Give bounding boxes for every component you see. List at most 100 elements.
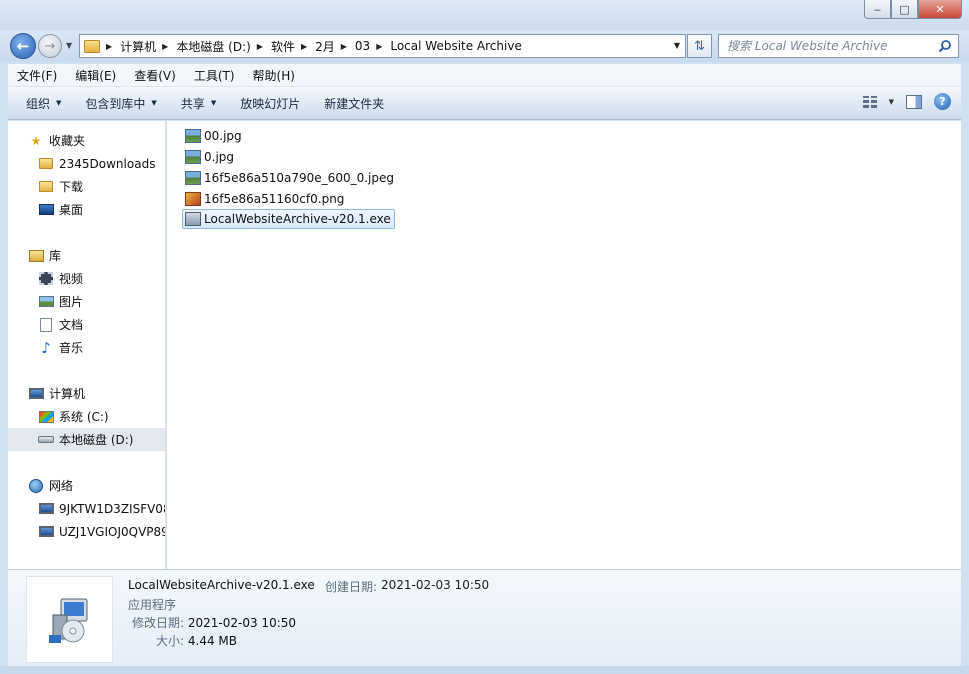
nav-2345downloads[interactable]: 2345Downloads [8, 152, 165, 175]
breadcrumb-03[interactable]: 03 ▶ [355, 39, 390, 53]
include-label: 包含到库中 [85, 96, 146, 111]
breadcrumb-root-arrow[interactable]: ▶ [104, 42, 120, 51]
share-button[interactable]: 共享 ▼ [169, 95, 228, 112]
nav-documents[interactable]: 文档 [8, 313, 165, 336]
nav-label: 图片 [59, 295, 84, 309]
star-icon: ★ [30, 133, 42, 148]
details-modified: 修改日期: 2021-02-03 10:50 [132, 614, 296, 631]
new-folder-button[interactable]: 新建文件夹 [312, 95, 396, 112]
view-options-dropdown[interactable]: ▼ [889, 98, 894, 106]
breadcrumb-label: Local Website Archive [390, 39, 522, 53]
network-computer-icon [38, 502, 54, 516]
file-list: 00.jpg 0.jpg 16f5e86a510a790e_600_0.jpeg… [167, 121, 961, 569]
nav-favorites[interactable]: ★ 收藏夹 [8, 129, 165, 152]
modified-value: 2021-02-03 10:50 [187, 616, 297, 630]
nav-desktop[interactable]: 桌面 [8, 198, 165, 221]
computer-icon [28, 387, 44, 401]
search-box [718, 34, 959, 58]
close-button[interactable]: ✕ [918, 0, 962, 19]
menu-tools[interactable]: 工具(T) [185, 67, 244, 84]
nav-label: 库 [49, 249, 62, 263]
breadcrumb-february[interactable]: 2月 ▶ [315, 38, 355, 55]
desktop-icon [38, 203, 54, 217]
nav-drive-c[interactable]: 系统 (C:) [8, 405, 165, 428]
nav-music[interactable]: ♪ 音乐 [8, 336, 165, 359]
window-controls: ‒ □ ✕ [864, 0, 962, 19]
maximize-button[interactable]: □ [891, 0, 918, 19]
details-file-name: LocalWebsiteArchive-v20.1.exe [128, 578, 315, 592]
file-item[interactable]: 0.jpg [183, 147, 237, 167]
chevron-down-icon: ▼ [151, 99, 157, 107]
search-icon[interactable] [938, 39, 952, 53]
refresh-icon: ⇅ [694, 38, 705, 54]
breadcrumb-computer[interactable]: 计算机 ▶ [120, 38, 176, 55]
nav-network[interactable]: 网络 [8, 474, 165, 497]
file-name: LocalWebsiteArchive-v20.1.exe [204, 212, 391, 226]
nav-libraries[interactable]: 库 [8, 244, 165, 267]
network-globe-icon [28, 478, 44, 493]
navigation-bar: ← → ▼ ▶ 计算机 ▶ 本地磁盘 (D:) ▶ 软件 ▶ 2月 ▶ 03 ▶ Loca… [0, 30, 969, 62]
new-folder-label: 新建文件夹 [324, 96, 385, 111]
file-name: 0.jpg [204, 150, 235, 164]
created-label: 创建日期: [325, 580, 378, 594]
title-bar: ‒ □ ✕ [0, 0, 969, 32]
breadcrumb-drive-d[interactable]: 本地磁盘 (D:) ▶ [176, 38, 271, 55]
breadcrumb-label: 2月 [315, 39, 335, 54]
arrow-right-icon: → [44, 38, 56, 54]
nav-label: 音乐 [59, 341, 84, 355]
file-thumbnail [26, 576, 113, 663]
modified-label: 修改日期: [132, 616, 185, 630]
nav-network-computer-1[interactable]: 9JKTW1D3ZISFV08 [8, 497, 165, 520]
nav-computer[interactable]: 计算机 [8, 382, 165, 405]
forward-button[interactable]: → [38, 34, 62, 58]
favorites-group: ★ 收藏夹 2345Downloads 下载 桌面 [8, 129, 165, 221]
system-drive-icon [38, 410, 54, 424]
music-note-icon: ♪ [41, 338, 51, 357]
breadcrumb-current-folder[interactable]: Local Website Archive [390, 39, 521, 53]
refresh-button[interactable]: ⇅ [687, 34, 712, 58]
installer-icon [48, 598, 87, 643]
breadcrumb-label: 03 [354, 39, 371, 53]
recent-pages-dropdown[interactable]: ▼ [66, 41, 72, 50]
document-icon [38, 317, 54, 332]
menu-edit[interactable]: 编辑(E) [66, 67, 125, 84]
breadcrumb-label: 软件 [270, 39, 295, 54]
nav-videos[interactable]: 视频 [8, 267, 165, 290]
downloads-icon [38, 180, 54, 194]
address-history-dropdown[interactable]: ▼ [674, 41, 680, 50]
kind-value: 应用程序 [128, 598, 177, 612]
menu-help[interactable]: 帮助(H) [244, 67, 304, 84]
back-button[interactable]: ← [10, 33, 36, 59]
file-item[interactable]: 16f5e86a51160cf0.png [183, 189, 347, 209]
minimize-button[interactable]: ‒ [864, 0, 891, 19]
libraries-group: 库 视频 图片 文档 ♪ 音乐 [8, 244, 165, 359]
include-in-library-button[interactable]: 包含到库中 ▼ [73, 95, 168, 112]
help-icon[interactable]: ? [934, 93, 951, 110]
nav-label: 下载 [59, 180, 84, 194]
picture-icon [38, 295, 54, 309]
menu-file[interactable]: 文件(F) [8, 67, 66, 84]
preview-pane-icon[interactable] [906, 94, 922, 109]
file-item[interactable]: 00.jpg [183, 126, 245, 146]
nav-label: 桌面 [59, 203, 84, 217]
menu-view[interactable]: 查看(V) [125, 67, 185, 84]
slideshow-button[interactable]: 放映幻灯片 [228, 95, 312, 112]
organize-button[interactable]: 组织 ▼ [14, 95, 73, 112]
change-view-icon[interactable] [862, 95, 877, 108]
file-item[interactable]: 16f5e86a510a790e_600_0.jpeg [183, 168, 397, 188]
search-input[interactable] [727, 39, 927, 53]
details-created-label: 创建日期: [325, 578, 377, 595]
nav-network-computer-2[interactable]: UZJ1VGIOJ0QVP89 [8, 520, 165, 543]
breadcrumb-label: 本地磁盘 (D:) [176, 39, 251, 54]
window-frame-bottom [0, 666, 969, 674]
breadcrumb-label: 计算机 [120, 39, 157, 54]
file-item-selected[interactable]: LocalWebsiteArchive-v20.1.exe [182, 209, 395, 229]
chevron-down-icon: ▼ [210, 99, 217, 107]
nav-label: 2345Downloads [59, 156, 156, 171]
nav-pictures[interactable]: 图片 [8, 290, 165, 313]
nav-downloads[interactable]: 下载 [8, 175, 165, 198]
nav-drive-d[interactable]: 本地磁盘 (D:) [8, 428, 165, 451]
breadcrumb-software[interactable]: 软件 ▶ [271, 38, 315, 55]
hard-drive-icon [38, 433, 54, 447]
address-bar[interactable]: ▶ 计算机 ▶ 本地磁盘 (D:) ▶ 软件 ▶ 2月 ▶ 03 ▶ Local Webs… [79, 34, 686, 58]
